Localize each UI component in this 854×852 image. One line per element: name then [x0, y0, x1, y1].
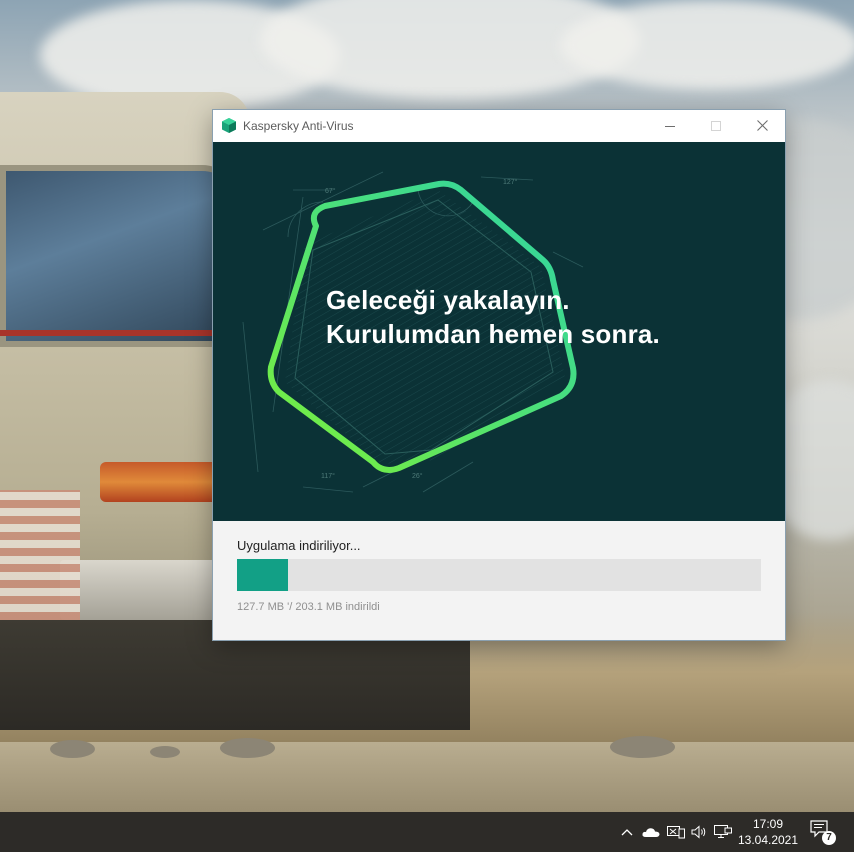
- download-progress-fill: [237, 559, 289, 591]
- clock-date: 13.04.2021: [737, 833, 799, 847]
- download-status: Uygulama indiriliyor...: [237, 538, 361, 553]
- maximize-button[interactable]: [693, 110, 739, 141]
- minimize-button[interactable]: [647, 110, 693, 141]
- promo-banner: 67° 127° 117° 26° Geleceği yakalayın. Ku…: [213, 142, 785, 521]
- title-bar[interactable]: Kaspersky Anti-Virus: [213, 110, 785, 141]
- keyboard-language-icon: [667, 826, 685, 839]
- taskbar-clock[interactable]: 17:09 13.04.2021: [734, 816, 802, 848]
- download-size-info: 127.7 MB '/ 203.1 MB indirildi: [237, 601, 380, 613]
- angle-label: 67°: [325, 187, 336, 195]
- headline-line-1: Geleceği yakalayın.: [326, 285, 570, 315]
- volume-icon: [691, 825, 706, 839]
- maximize-icon: [711, 120, 721, 131]
- minimize-icon: [665, 125, 675, 127]
- network-icon: [714, 825, 732, 838]
- notification-count-badge: 7: [822, 831, 836, 845]
- window-title: Kaspersky Anti-Virus: [243, 119, 354, 133]
- close-icon: [756, 120, 768, 131]
- network-button[interactable]: [713, 824, 733, 840]
- onedrive-cloud-icon: [642, 827, 660, 837]
- taskbar: 17:09 13.04.2021 7: [0, 812, 854, 852]
- clock-time: 17:09: [752, 817, 784, 831]
- volume-button[interactable]: [690, 824, 708, 840]
- kaspersky-logo-icon: [222, 118, 236, 133]
- download-panel: Uygulama indiriliyor... 127.7 MB '/ 203.…: [213, 521, 785, 640]
- keyboard-language-button[interactable]: [666, 824, 686, 840]
- onedrive-button[interactable]: [641, 824, 661, 840]
- chevron-up-icon: [621, 829, 633, 836]
- close-button[interactable]: [739, 110, 785, 141]
- installer-window: Kaspersky Anti-Virus 67° 127° 117° 26° G…: [213, 110, 785, 640]
- show-hidden-icons-button[interactable]: [619, 824, 635, 840]
- angle-label: 26°: [412, 472, 423, 480]
- download-progress-bar: [237, 559, 761, 591]
- headline: Geleceği yakalayın. Kurulumdan hemen son…: [326, 283, 660, 351]
- headline-line-2: Kurulumdan hemen sonra.: [326, 319, 660, 349]
- action-center-button[interactable]: 7: [810, 820, 836, 845]
- angle-label: 117°: [321, 472, 335, 480]
- angle-label: 127°: [503, 178, 518, 186]
